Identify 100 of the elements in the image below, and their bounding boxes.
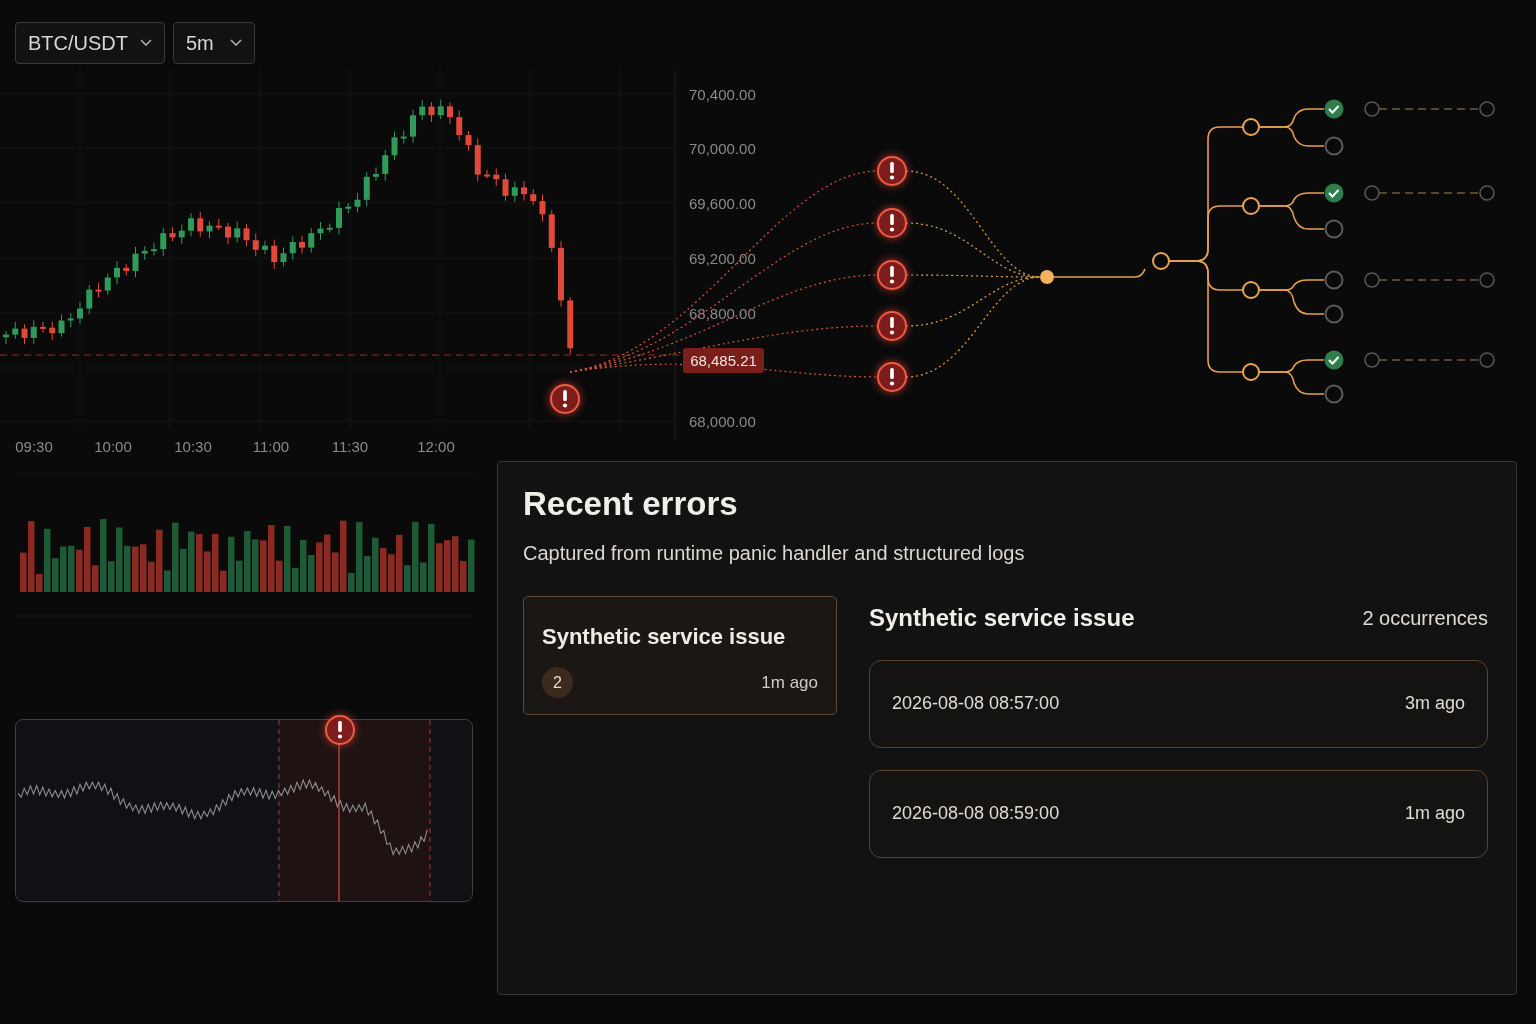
candle (40, 321, 46, 334)
candle (95, 282, 102, 298)
issue-time: 1m ago (761, 671, 818, 694)
candle (215, 218, 222, 231)
candle (326, 223, 333, 233)
candle (530, 188, 537, 206)
candle (437, 99, 444, 120)
candle (493, 167, 500, 187)
tree-node (1242, 118, 1260, 136)
candle (373, 167, 379, 182)
candle (391, 130, 398, 161)
candle (363, 171, 370, 207)
price-label: 68,000.00 (689, 413, 756, 430)
timestamp: 2026-08-08 08:59:00 (892, 802, 1060, 826)
time-label: 10:00 (94, 438, 132, 455)
connector-line (1258, 126, 1325, 147)
candle (502, 173, 509, 202)
candle (49, 321, 56, 341)
candle (77, 301, 83, 325)
chevron-down-icon (140, 39, 152, 47)
time-label: 11:30 (331, 438, 369, 455)
candle (169, 226, 176, 242)
candle (419, 99, 426, 121)
candle (511, 181, 518, 203)
tree-node (1152, 252, 1170, 270)
alert-icon (877, 260, 907, 290)
candle (234, 221, 241, 243)
candle (280, 247, 287, 267)
candle (521, 180, 527, 202)
panel-title: Recent errors (523, 484, 739, 524)
tree-node (1242, 281, 1260, 299)
price-label: 70,000.00 (689, 140, 756, 157)
panel-subtitle: Captured from runtime panic handler and structured logs (523, 540, 1026, 566)
price-label: 69,200.00 (689, 250, 756, 267)
candle (30, 319, 37, 345)
interval-dropdown[interactable]: 5m (173, 22, 255, 64)
candle (382, 149, 389, 182)
count-badge: 2 (542, 667, 573, 699)
candle (410, 109, 416, 144)
candle (197, 211, 204, 238)
candle (345, 202, 352, 214)
candle (123, 263, 130, 277)
pair-dropdown[interactable]: BTC/USDT (15, 22, 165, 64)
time-label: 12:00 (417, 438, 455, 455)
issue-item[interactable]: Synthetic service issue 2 1m ago (523, 595, 837, 715)
time-label: 09:30 (15, 438, 53, 455)
candle (3, 330, 9, 345)
price-tag: 68,485.21 (683, 348, 764, 373)
alert-icon (877, 362, 907, 392)
candle (465, 130, 472, 151)
candle (206, 220, 213, 239)
candle (12, 321, 19, 340)
chevron-down-icon (230, 39, 242, 47)
candle (336, 200, 342, 235)
time-label: 10:30 (174, 438, 212, 455)
occurrence-age: 3m ago (1404, 692, 1465, 716)
candle (308, 227, 315, 254)
candle (252, 233, 259, 257)
candle (262, 240, 268, 255)
candle (548, 209, 555, 253)
candle (354, 192, 361, 213)
alert-icon (877, 208, 907, 238)
candle (243, 223, 250, 247)
occurrence-age: 1m ago (1404, 802, 1465, 826)
candle (447, 102, 453, 125)
candle (317, 221, 324, 241)
tree-node (1242, 363, 1260, 381)
candle (104, 273, 111, 295)
occurrence-count: 2 occurrences (1362, 605, 1488, 631)
candle (132, 246, 139, 278)
candle (188, 212, 194, 237)
candle (400, 130, 407, 145)
candle (484, 169, 490, 179)
alert-icon (325, 715, 355, 745)
detail-title: Synthetic service issue (869, 602, 1135, 633)
candle (86, 284, 93, 315)
issue-title: Synthetic service issue (542, 623, 787, 652)
candle (151, 242, 157, 256)
hub-node (1040, 270, 1054, 284)
candle (114, 260, 120, 285)
price-label: 70,400.00 (689, 86, 756, 103)
candle (21, 323, 28, 345)
candle (539, 194, 546, 222)
candle (299, 235, 305, 254)
candle (558, 240, 564, 308)
candle (474, 137, 481, 182)
candle (67, 312, 74, 328)
price-label: 69,600.00 (689, 195, 756, 212)
timestamp: 2026-08-08 08:57:00 (892, 692, 1060, 716)
alert-icon (877, 156, 907, 186)
candle (58, 314, 65, 338)
alert-icon (877, 311, 907, 341)
candle (428, 101, 435, 123)
candle (160, 227, 167, 257)
candle (289, 235, 296, 261)
alert-icon (550, 384, 580, 414)
candle (225, 222, 231, 245)
candle (456, 109, 463, 142)
candle (141, 245, 148, 261)
candle (271, 238, 278, 270)
